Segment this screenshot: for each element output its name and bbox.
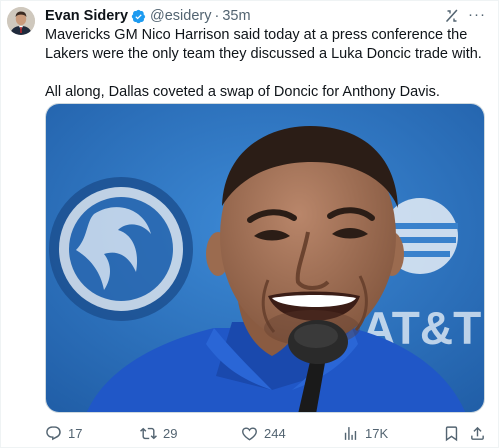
timestamp[interactable]: 35m: [222, 8, 250, 24]
tweet-text: Mavericks GM Nico Harrison said today at…: [45, 26, 488, 102]
verified-badge-icon: [131, 9, 146, 24]
reply-count: 17: [68, 425, 83, 441]
tweet-paragraph-2: All along, Dallas coveted a swap of Donc…: [45, 84, 440, 100]
tweet-card[interactable]: Evan Sidery @esidery · 35m ··· Mavericks…: [0, 0, 499, 448]
repost-button[interactable]: 29: [140, 421, 177, 445]
repost-count: 29: [163, 425, 178, 441]
author-handle[interactable]: @esidery: [150, 8, 211, 24]
reply-icon: [46, 425, 61, 440]
tweet-header: Evan Sidery @esidery · 35m ···: [45, 6, 488, 26]
tweet-paragraph-1: Mavericks GM Nico Harrison said today at…: [45, 27, 482, 62]
like-count: 244: [264, 425, 286, 441]
like-icon: [242, 426, 257, 441]
author-name[interactable]: Evan Sidery: [45, 8, 128, 24]
action-bar: 17 29 244 17K: [45, 421, 490, 445]
like-button[interactable]: 244: [241, 421, 286, 445]
views-button[interactable]: 17K: [342, 421, 388, 445]
share-button[interactable]: [469, 421, 486, 445]
mavericks-logo: [49, 177, 193, 321]
avatar[interactable]: [7, 7, 35, 35]
grok-icon[interactable]: [444, 8, 460, 24]
bookmark-icon: [445, 425, 458, 441]
more-icon[interactable]: ···: [468, 6, 486, 23]
views-count: 17K: [365, 425, 389, 441]
reply-button[interactable]: 17: [45, 421, 82, 445]
repost-icon: [140, 427, 157, 439]
bookmark-button[interactable]: [443, 421, 460, 445]
views-icon: [344, 426, 357, 440]
tweet-photo[interactable]: AT&T: [45, 103, 485, 413]
share-icon: [471, 426, 484, 440]
separator-dot: ·: [214, 8, 220, 24]
